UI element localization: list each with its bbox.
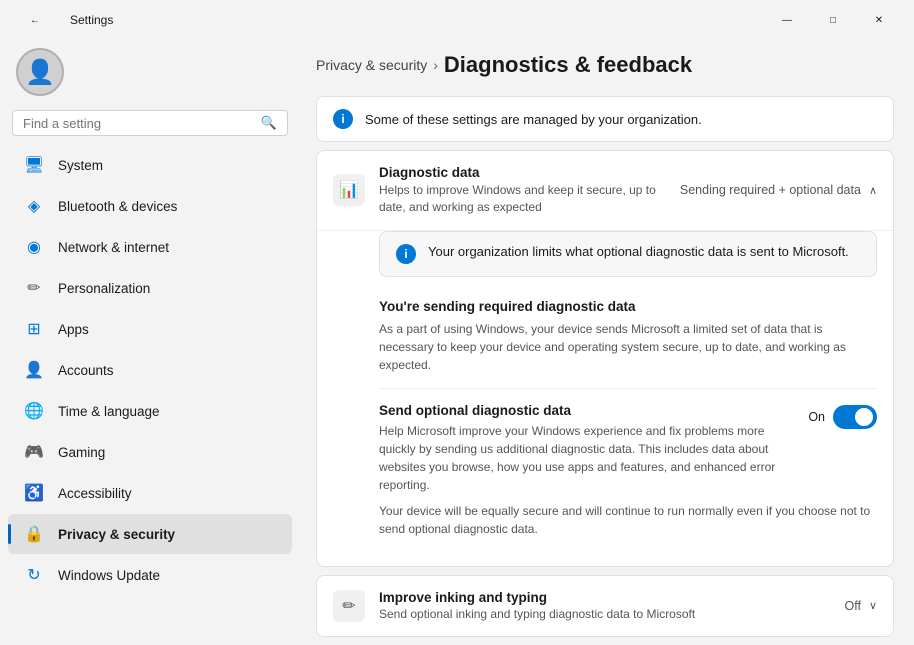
- sidebar-item-accounts[interactable]: 👤 Accounts: [8, 350, 292, 390]
- org-banner-text: Some of these settings are managed by yo…: [365, 112, 702, 127]
- org-limit-banner: i Your organization limits what optional…: [379, 231, 877, 277]
- time-icon: 🌐: [24, 401, 44, 421]
- diagnostic-card-title: Diagnostic data: [379, 165, 666, 180]
- toggle-label: On: [808, 410, 825, 424]
- sidebar-item-system[interactable]: 🖥 System: [8, 145, 292, 185]
- search-icon: 🔍: [261, 115, 277, 131]
- sidebar-item-gaming[interactable]: 🎮 Gaming: [8, 432, 292, 472]
- search-box[interactable]: 🔍: [12, 110, 288, 136]
- sidebar-item-label-personalization: Personalization: [58, 281, 150, 296]
- sidebar-item-label-gaming: Gaming: [58, 445, 105, 460]
- breadcrumb-separator: ›: [433, 57, 438, 73]
- optional-note: Your device will be equally secure and w…: [379, 502, 877, 538]
- diagnostic-card-text: Diagnostic data Helps to improve Windows…: [379, 165, 666, 216]
- sidebar-item-accessibility[interactable]: ♿ Accessibility: [8, 473, 292, 513]
- personalization-icon: ✏: [24, 278, 44, 298]
- network-icon: ◉: [24, 237, 44, 257]
- diagnostic-data-card: 📊 Diagnostic data Helps to improve Windo…: [316, 150, 894, 567]
- required-data-title: You're sending required diagnostic data: [379, 299, 877, 314]
- inking-right: Off ∨: [844, 599, 877, 613]
- info-icon: i: [333, 109, 353, 129]
- main-layout: 👤 🔍 🖥 System ◈ Bluetooth & devices ◉ Network …: [0, 36, 914, 645]
- sidebar-item-label-accounts: Accounts: [58, 363, 114, 378]
- sidebar-item-personalization[interactable]: ✏ Personalization: [8, 268, 292, 308]
- optional-header: Send optional diagnostic data Help Micro…: [379, 403, 877, 502]
- update-icon: ↻: [24, 565, 44, 585]
- sidebar-item-label-update: Windows Update: [58, 568, 160, 583]
- sidebar-item-label-bluetooth: Bluetooth & devices: [58, 199, 177, 214]
- diagnostic-card-header[interactable]: 📊 Diagnostic data Helps to improve Windo…: [317, 151, 893, 230]
- sidebar-header: 👤: [0, 36, 300, 104]
- close-button[interactable]: ✕: [856, 6, 902, 34]
- org-banner: i Some of these settings are managed by …: [316, 96, 894, 142]
- diagnostic-expanded: i Your organization limits what optional…: [317, 230, 893, 566]
- accounts-icon: 👤: [24, 360, 44, 380]
- toggle-knob: [855, 408, 873, 426]
- sidebar-item-time[interactable]: 🌐 Time & language: [8, 391, 292, 431]
- bluetooth-icon: ◈: [24, 196, 44, 216]
- back-button[interactable]: ←: [12, 6, 58, 34]
- page-title: Diagnostics & feedback: [444, 52, 692, 78]
- breadcrumb: Privacy & security › Diagnostics & feedb…: [316, 52, 894, 78]
- titlebar: ← Settings — □ ✕: [0, 0, 914, 36]
- sidebar-item-label-privacy: Privacy & security: [58, 527, 175, 542]
- sidebar: 👤 🔍 🖥 System ◈ Bluetooth & devices ◉ Network …: [0, 36, 300, 645]
- sidebar-item-label-system: System: [58, 158, 103, 173]
- content-area: Privacy & security › Diagnostics & feedb…: [300, 36, 914, 645]
- diagnostic-icon: 📊: [333, 174, 365, 206]
- inking-text: Improve inking and typing Send optional …: [379, 590, 830, 621]
- gaming-icon: 🎮: [24, 442, 44, 462]
- sidebar-item-apps[interactable]: ⊞ Apps: [8, 309, 292, 349]
- inking-title: Improve inking and typing: [379, 590, 830, 605]
- sidebar-item-label-time: Time & language: [58, 404, 160, 419]
- system-icon: 🖥: [24, 155, 44, 175]
- optional-toggle-wrap: On: [808, 405, 877, 429]
- app-title: Settings: [70, 13, 113, 27]
- inking-desc: Send optional inking and typing diagnost…: [379, 607, 830, 621]
- sidebar-item-label-accessibility: Accessibility: [58, 486, 132, 501]
- sidebar-item-label-network: Network & internet: [58, 240, 169, 255]
- minimize-button[interactable]: —: [764, 6, 810, 34]
- chevron-down-icon: ∨: [869, 599, 877, 612]
- chevron-up-icon: ∧: [869, 184, 877, 197]
- window-controls: — □ ✕: [764, 6, 902, 34]
- sidebar-item-label-apps: Apps: [58, 322, 89, 337]
- diagnostic-status-text: Sending required + optional data: [680, 183, 861, 197]
- required-data-section: You're sending required diagnostic data …: [379, 285, 877, 389]
- inking-row[interactable]: ✏ Improve inking and typing Send optiona…: [316, 575, 894, 637]
- org-limit-text: Your organization limits what optional d…: [428, 244, 849, 259]
- sidebar-item-bluetooth[interactable]: ◈ Bluetooth & devices: [8, 186, 292, 226]
- diagnostic-card-subtitle: Helps to improve Windows and keep it sec…: [379, 182, 666, 216]
- info-icon-2: i: [396, 244, 416, 264]
- optional-text: Send optional diagnostic data Help Micro…: [379, 403, 792, 502]
- avatar[interactable]: 👤: [16, 48, 64, 96]
- privacy-icon: 🔒: [24, 524, 44, 544]
- sidebar-item-network[interactable]: ◉ Network & internet: [8, 227, 292, 267]
- maximize-button[interactable]: □: [810, 6, 856, 34]
- accessibility-icon: ♿: [24, 483, 44, 503]
- apps-icon: ⊞: [24, 319, 44, 339]
- sidebar-item-privacy[interactable]: 🔒 Privacy & security: [8, 514, 292, 554]
- optional-desc: Help Microsoft improve your Windows expe…: [379, 422, 792, 494]
- optional-title: Send optional diagnostic data: [379, 403, 792, 418]
- search-input[interactable]: [23, 116, 253, 131]
- inking-status: Off: [844, 599, 860, 613]
- optional-toggle[interactable]: [833, 405, 877, 429]
- avatar-icon: 👤: [25, 58, 55, 87]
- diagnostic-card-status: Sending required + optional data ∧: [680, 183, 877, 197]
- nav-items: 🖥 System ◈ Bluetooth & devices ◉ Network & in…: [0, 144, 300, 596]
- inking-icon: ✏: [333, 590, 365, 622]
- optional-section: Send optional diagnostic data Help Micro…: [379, 389, 877, 552]
- sidebar-item-update[interactable]: ↻ Windows Update: [8, 555, 292, 595]
- required-data-desc: As a part of using Windows, your device …: [379, 320, 877, 374]
- breadcrumb-parent: Privacy & security: [316, 57, 427, 73]
- titlebar-left: ← Settings: [12, 6, 113, 34]
